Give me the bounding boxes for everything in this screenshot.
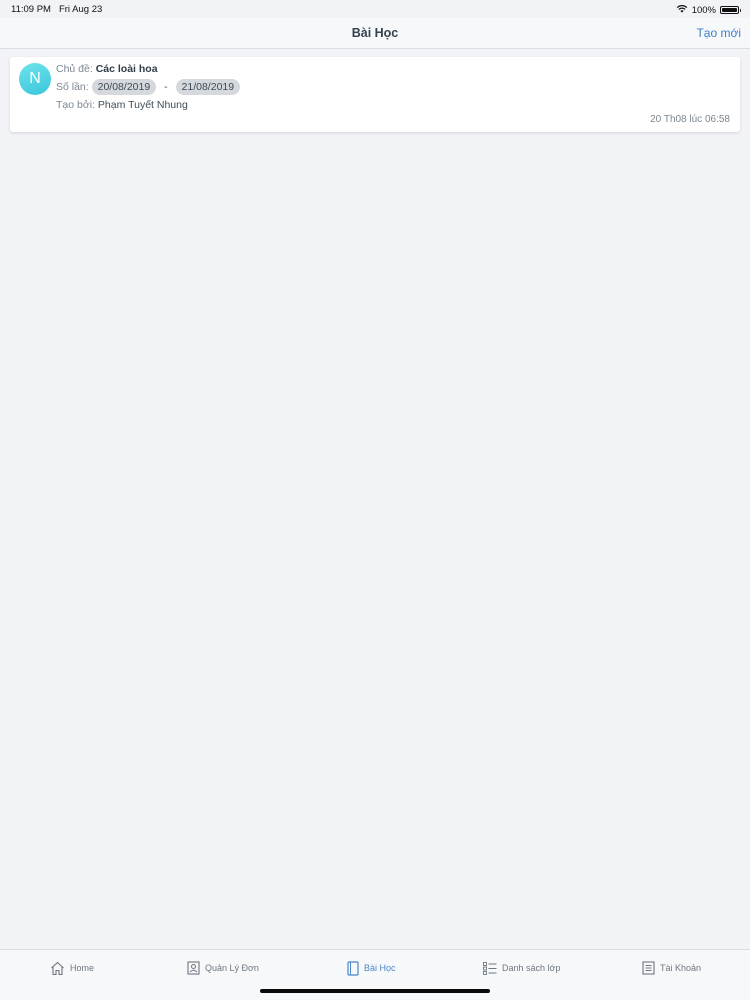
book-icon (347, 960, 359, 976)
date-separator: - (164, 80, 168, 93)
list-icon (483, 961, 497, 975)
tab-bai-hoc-label: Bài Học (364, 963, 396, 973)
avatar: N (19, 63, 51, 95)
tab-quan-ly-don[interactable]: Quản Lý Đơn (187, 959, 259, 977)
created-timestamp: 20 Th08 lúc 06:58 (650, 114, 730, 125)
creator-row: Tạo bởi: Phạm Tuyết Nhung (56, 99, 188, 111)
status-left: 11:09 PM Fri Aug 23 (11, 4, 102, 15)
topic-row: Chủ đề: Các loài hoa (56, 63, 158, 75)
tab-tai-khoan[interactable]: Tài Khoản (642, 959, 701, 977)
status-bar: 11:09 PM Fri Aug 23 100% (0, 0, 750, 18)
creator-label: Tạo bởi: (56, 99, 95, 111)
nav-bar: Bài Học Tạo mới (0, 18, 750, 49)
home-icon (50, 961, 65, 976)
tab-tai-khoan-label: Tài Khoản (660, 963, 702, 973)
home-indicator[interactable] (260, 989, 490, 993)
page-title: Bài Học (351, 26, 399, 40)
count-row: Số lần: 20/08/2019 - 21/08/2019 (56, 79, 241, 95)
end-date-chip: 21/08/2019 (175, 79, 241, 95)
tab-danh-sach-lop[interactable]: Danh sách lớp (483, 959, 560, 977)
lesson-card[interactable]: N Chủ đề: Các loài hoa Số lần: 20/08/201… (10, 57, 740, 132)
create-new-button[interactable]: Tạo mới (696, 26, 741, 40)
battery-percent: 100% (691, 4, 716, 16)
wifi-icon (676, 4, 688, 16)
status-right: 100% (676, 4, 741, 16)
status-date: Fri Aug 23 (58, 4, 103, 15)
battery-icon (720, 6, 741, 14)
topic-value: Các loài hoa (95, 63, 158, 75)
topic-label: Chủ đề: (56, 63, 93, 75)
document-icon (642, 961, 655, 975)
tab-home[interactable]: Home (50, 959, 94, 977)
contact-card-icon (187, 961, 200, 975)
tab-quan-ly-don-label: Quản Lý Đơn (205, 963, 259, 973)
creator-value: Phạm Tuyết Nhung (97, 99, 188, 111)
tab-home-label: Home (70, 963, 95, 973)
status-time: 11:09 PM (11, 4, 51, 15)
start-date-chip: 20/08/2019 (91, 79, 157, 95)
app-screen: 11:09 PM Fri Aug 23 100% Bài Học Tạo mới… (0, 0, 750, 1000)
tab-bai-hoc[interactable]: Bài Học (347, 959, 396, 977)
count-label: Số lần: (56, 80, 89, 93)
tab-danh-sach-lop-label: Danh sách lớp (502, 963, 561, 973)
